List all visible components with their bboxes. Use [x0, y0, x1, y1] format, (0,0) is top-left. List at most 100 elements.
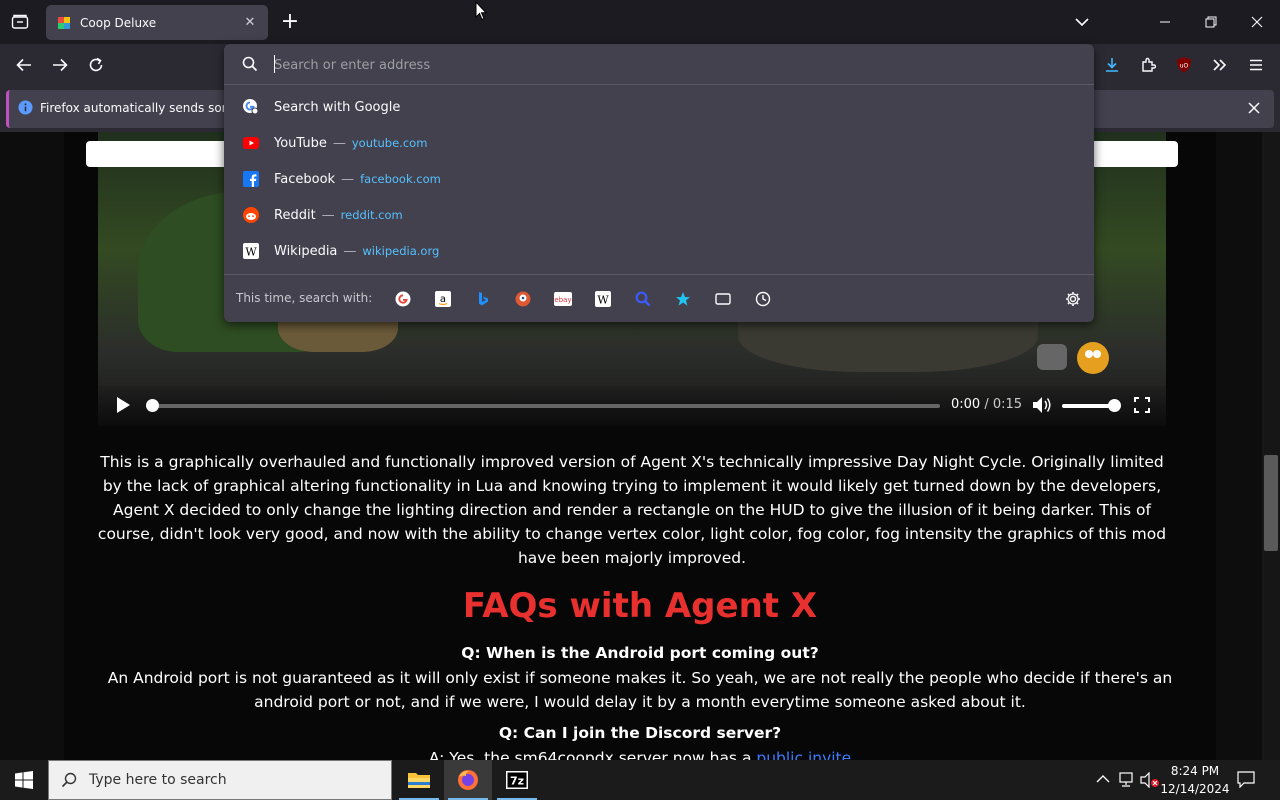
double-chevron-right-icon: [1213, 59, 1227, 71]
restore-button[interactable]: [1188, 0, 1234, 44]
faq-question: Q: When is the Android port coming out?: [461, 644, 819, 662]
duckduckgo-icon[interactable]: [511, 287, 535, 311]
history-icon[interactable]: [751, 287, 775, 311]
page-scrollbar-thumb[interactable]: [1264, 455, 1278, 551]
folder-icon: [408, 773, 430, 788]
forward-button[interactable]: [44, 49, 76, 81]
windows-taskbar: Type here to search 7z 8:24 PM 12/14/202…: [0, 760, 1280, 800]
bing-icon[interactable]: [471, 287, 495, 311]
wikipedia-icon: W: [242, 242, 260, 260]
app-menu-button[interactable]: [1240, 49, 1272, 81]
notification-text: Firefox automatically sends some d: [40, 101, 253, 115]
video-duration: 0:15: [992, 397, 1023, 412]
result-separator: —: [332, 135, 346, 151]
clock-time: 8:24 PM: [1170, 764, 1220, 778]
result-title: YouTube: [274, 135, 327, 151]
ebay-icon[interactable]: ebay: [551, 287, 575, 311]
close-icon: [1251, 16, 1263, 28]
download-icon: [1106, 58, 1118, 72]
page-scrollbar[interactable]: [1262, 132, 1280, 760]
reload-icon: [89, 57, 103, 72]
chevron-up-icon: [1096, 775, 1110, 783]
tab-close-icon[interactable]: ✕: [242, 15, 258, 31]
address-input[interactable]: [274, 54, 1074, 76]
svg-text:W: W: [597, 294, 609, 307]
tab-title: Coop Deluxe: [80, 15, 157, 30]
address-bar-dropdown: Search with Google YouTube — youtube.com F…: [224, 44, 1094, 322]
result-separator: —: [343, 243, 357, 259]
wikipedia-icon[interactable]: W: [591, 287, 615, 311]
taskbar-search-box[interactable]: Type here to search: [48, 760, 392, 800]
tabs-icon[interactable]: [711, 287, 735, 311]
fullscreen-icon: [1134, 397, 1150, 413]
notification-icon: [1237, 771, 1255, 788]
video-time-separator: /: [980, 397, 993, 412]
search-with-google-result[interactable]: Search with Google: [232, 90, 1086, 124]
extensions-button[interactable]: [1132, 49, 1164, 81]
search-icon: [242, 56, 258, 72]
result-reddit[interactable]: Reddit — reddit.com: [232, 198, 1086, 232]
show-hidden-icons-button[interactable]: [1096, 772, 1110, 786]
result-wikipedia[interactable]: W Wikipedia — wikipedia.org: [232, 234, 1086, 268]
list-all-tabs-button[interactable]: [1068, 8, 1096, 36]
result-url: facebook.com: [360, 172, 441, 186]
svg-text:7z: 7z: [510, 775, 524, 788]
fullscreen-button[interactable]: [1134, 397, 1150, 413]
reload-button[interactable]: [80, 49, 112, 81]
system-clock[interactable]: 8:24 PM 12/14/2024: [1160, 762, 1230, 798]
network-status-button[interactable]: [1118, 772, 1136, 788]
speaker-muted-icon: [1140, 772, 1159, 788]
overflow-button[interactable]: [1204, 49, 1236, 81]
tab-list-button[interactable]: [6, 8, 34, 36]
reddit-icon: [242, 206, 260, 224]
video-progress-knob[interactable]: [146, 399, 159, 412]
bookmarks-icon[interactable]: [671, 287, 695, 311]
close-window-button[interactable]: [1234, 0, 1280, 44]
volume-status-button[interactable]: [1140, 772, 1160, 788]
video-progress-track[interactable]: [152, 404, 940, 408]
facebook-icon: [242, 170, 260, 188]
tab-coop-deluxe[interactable]: Coop Deluxe ✕: [46, 5, 268, 40]
faq-heading: FAQs with Agent X: [462, 586, 818, 626]
result-facebook[interactable]: Facebook — facebook.com: [232, 162, 1086, 196]
minimize-button[interactable]: [1142, 0, 1188, 44]
coop-deluxe-favicon-icon: [56, 15, 72, 31]
faq-answer: A: Yes, the sm64coopdx server now has a …: [86, 746, 1194, 760]
google-icon[interactable]: [391, 287, 415, 311]
start-button[interactable]: [0, 760, 48, 800]
result-title: Search with Google: [274, 99, 401, 115]
faq-answer-text: A: Yes, the sm64coopdx server now has a: [428, 749, 757, 760]
7zip-taskbar-button[interactable]: 7z: [493, 760, 541, 800]
public-invite-link[interactable]: public invite: [756, 749, 851, 760]
result-url: wikipedia.org: [362, 244, 440, 258]
play-icon: [117, 397, 130, 413]
result-title: Wikipedia: [274, 243, 338, 259]
text-caret: [274, 55, 275, 73]
svg-text:W: W: [245, 246, 257, 259]
video-current-time: 0:00: [951, 397, 981, 412]
downloads-button[interactable]: [1096, 49, 1128, 81]
minimize-icon: [1160, 21, 1170, 23]
back-button[interactable]: [8, 49, 40, 81]
file-explorer-taskbar-button[interactable]: [395, 760, 443, 800]
action-center-button[interactable]: [1236, 770, 1256, 788]
search-settings-gear-icon[interactable]: [1061, 287, 1085, 311]
windows-logo-icon: [15, 771, 33, 789]
search-icon: [61, 772, 77, 788]
close-icon: [1248, 102, 1260, 114]
google-search-icon: [242, 98, 260, 116]
result-youtube[interactable]: YouTube — youtube.com: [232, 126, 1086, 160]
play-button[interactable]: [115, 396, 131, 414]
clock-date: 12/14/2024: [1160, 782, 1230, 796]
search-icon[interactable]: [631, 287, 655, 311]
mute-button[interactable]: [1032, 396, 1052, 414]
firefox-taskbar-button[interactable]: [444, 760, 492, 800]
volume-slider-knob[interactable]: [1108, 399, 1121, 412]
amazon-icon[interactable]: a: [431, 287, 455, 311]
address-bar: [224, 44, 1094, 85]
info-icon: [18, 100, 33, 115]
notification-close-button[interactable]: [1244, 98, 1264, 118]
ublock-origin-button[interactable]: uO: [1168, 49, 1200, 81]
new-tab-button[interactable]: +: [278, 8, 302, 36]
one-off-search-row: This time, search with: a ebay W: [224, 274, 1094, 322]
